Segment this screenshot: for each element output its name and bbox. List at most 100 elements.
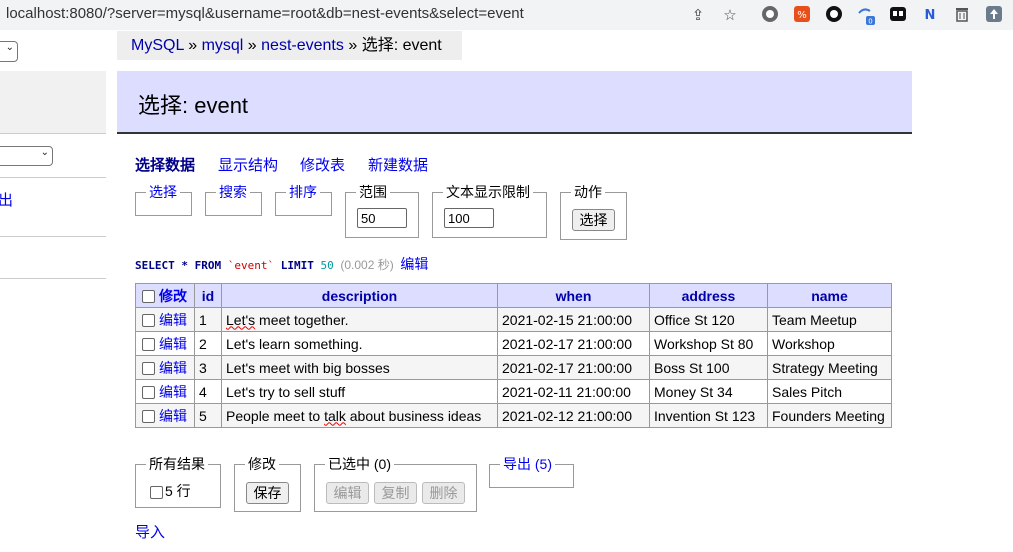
row-edit-link[interactable]: 编辑 — [159, 336, 187, 352]
row-actions: 编辑 — [135, 307, 195, 332]
cell-description: People meet to talk about business ideas — [221, 403, 498, 428]
results-table: 修改 id description when address name 编辑 1… — [135, 283, 892, 428]
extension-icon[interactable] — [824, 5, 844, 25]
tab-alter-table[interactable]: 修改表 — [300, 154, 345, 175]
sort-link[interactable]: 排序 — [286, 183, 320, 201]
cell-id: 5 — [194, 403, 222, 428]
database-select[interactable]: ⌄ — [0, 146, 53, 166]
select-all-checkbox[interactable] — [142, 290, 155, 304]
delete-selected-button[interactable]: 删除 — [422, 482, 465, 504]
column-header-address[interactable]: address — [649, 283, 768, 308]
cell-name: Workshop — [767, 331, 892, 356]
header-modify-cell: 修改 — [135, 283, 195, 308]
selected-fieldset: 已选中 (0) 编辑 复制 删除 — [314, 455, 477, 512]
server-select[interactable]: ⌄ — [0, 41, 18, 62]
cell-name: Sales Pitch — [767, 379, 892, 404]
svg-text:%: % — [797, 10, 807, 21]
column-header-name[interactable]: name — [767, 283, 892, 308]
row-checkbox[interactable] — [142, 314, 155, 328]
select-submit-button[interactable]: 选择 — [572, 209, 615, 231]
breadcrumb-link-database[interactable]: nest-events — [261, 37, 344, 54]
all-results-option[interactable]: 5 行 — [150, 481, 191, 501]
copy-selected-button[interactable]: 复制 — [374, 482, 417, 504]
tab-show-structure[interactable]: 显示结构 — [218, 154, 278, 175]
share-icon[interactable]: ⇪ — [688, 5, 708, 25]
all-results-checkbox[interactable] — [150, 485, 163, 499]
cell-address: Money St 34 — [649, 379, 768, 404]
cell-when: 2021-02-17 21:00:00 — [497, 331, 650, 356]
cell-when: 2021-02-15 21:00:00 — [497, 307, 650, 332]
sql-query: SELECT * FROM `event` LIMIT 50 (0.002 秒)… — [135, 254, 428, 274]
query-time: (0.002 秒) — [340, 258, 394, 272]
extension-icon[interactable] — [760, 5, 780, 25]
table-row: 编辑 5 People meet to talk about business … — [135, 403, 892, 428]
import-link[interactable]: 导入 — [135, 521, 165, 542]
table-row: 编辑 4 Let's try to sell stuff 2021-02-11 … — [135, 379, 892, 404]
breadcrumb-current: 选择: event — [361, 37, 442, 54]
extension-icon[interactable] — [888, 5, 908, 25]
row-checkbox[interactable] — [142, 338, 155, 352]
cell-address: Workshop St 80 — [649, 331, 768, 356]
edit-query-link[interactable]: 编辑 — [400, 256, 428, 272]
row-checkbox[interactable] — [142, 386, 155, 400]
cell-description: Let's try to sell stuff — [221, 379, 498, 404]
row-edit-link[interactable]: 编辑 — [159, 360, 187, 376]
export-link[interactable]: 导出 (5) — [500, 455, 555, 473]
cell-description: Let's learn something. — [221, 331, 498, 356]
extension-icon[interactable]: N — [920, 5, 940, 25]
cell-address: Boss St 100 — [649, 355, 768, 380]
search-link[interactable]: 搜索 — [216, 183, 250, 201]
cell-name: Team Meetup — [767, 307, 892, 332]
table-row: 编辑 2 Let's learn something. 2021-02-17 2… — [135, 331, 892, 356]
column-header-id[interactable]: id — [194, 283, 222, 308]
extension-icon[interactable]: 0 — [856, 5, 876, 26]
search-fieldset: 搜索 — [205, 183, 262, 216]
svg-text:0: 0 — [868, 18, 872, 26]
tab-new-item[interactable]: 新建数据 — [368, 154, 428, 175]
select-columns-fieldset: 选择 — [135, 183, 192, 216]
row-actions: 编辑 — [135, 355, 195, 380]
sql-star: * — [181, 259, 188, 272]
breadcrumb-separator: » — [247, 37, 257, 54]
breadcrumb-link-server[interactable]: mysql — [202, 37, 244, 54]
page-title: 选择: event — [138, 93, 249, 118]
spellcheck-word: talk — [324, 407, 346, 424]
row-actions: 编辑 — [135, 403, 195, 428]
row-checkbox[interactable] — [142, 410, 155, 424]
cell-id: 3 — [194, 355, 222, 380]
all-results-fieldset: 所有结果 5 行 — [135, 455, 221, 508]
extension-icon[interactable] — [984, 5, 1004, 25]
logout-link[interactable]: 出 — [0, 189, 13, 210]
row-edit-link[interactable]: 编辑 — [159, 384, 187, 400]
row-edit-link[interactable]: 编辑 — [159, 312, 187, 328]
save-button[interactable]: 保存 — [246, 482, 289, 504]
table-row: 编辑 1 Let's meet together. 2021-02-15 21:… — [135, 307, 892, 332]
sql-table-name: `event` — [227, 259, 275, 272]
tab-select-data[interactable]: 选择数据 — [135, 154, 195, 175]
text-length-input[interactable]: 100 — [444, 208, 494, 228]
row-checkbox[interactable] — [142, 362, 155, 376]
cell-address: Invention St 123 — [649, 403, 768, 428]
column-header-description[interactable]: description — [221, 283, 498, 308]
cell-address: Office St 120 — [649, 307, 768, 332]
sort-fieldset: 排序 — [275, 183, 332, 216]
row-actions: 编辑 — [135, 379, 195, 404]
all-results-label: 所有结果 — [146, 455, 208, 473]
breadcrumb-link-mysql[interactable]: MySQL — [131, 37, 184, 54]
export-fieldset: 导出 (5) — [489, 455, 574, 488]
url-field[interactable]: localhost:8080/?server=mysql&username=ro… — [6, 5, 524, 22]
modify-all-link[interactable]: 修改 — [159, 288, 187, 304]
star-icon[interactable]: ☆ — [720, 5, 740, 25]
column-header-when[interactable]: when — [497, 283, 650, 308]
cell-id: 1 — [194, 307, 222, 332]
edit-selected-button[interactable]: 编辑 — [326, 482, 369, 504]
row-edit-link[interactable]: 编辑 — [159, 408, 187, 424]
limit-input[interactable]: 50 — [357, 208, 407, 228]
cell-name: Strategy Meeting — [767, 355, 892, 380]
select-columns-link[interactable]: 选择 — [146, 183, 180, 201]
extension-icon[interactable] — [952, 5, 972, 25]
extension-icon[interactable]: % — [792, 5, 812, 25]
row-actions: 编辑 — [135, 331, 195, 356]
cell-id: 4 — [194, 379, 222, 404]
breadcrumb-separator: » — [348, 37, 358, 54]
